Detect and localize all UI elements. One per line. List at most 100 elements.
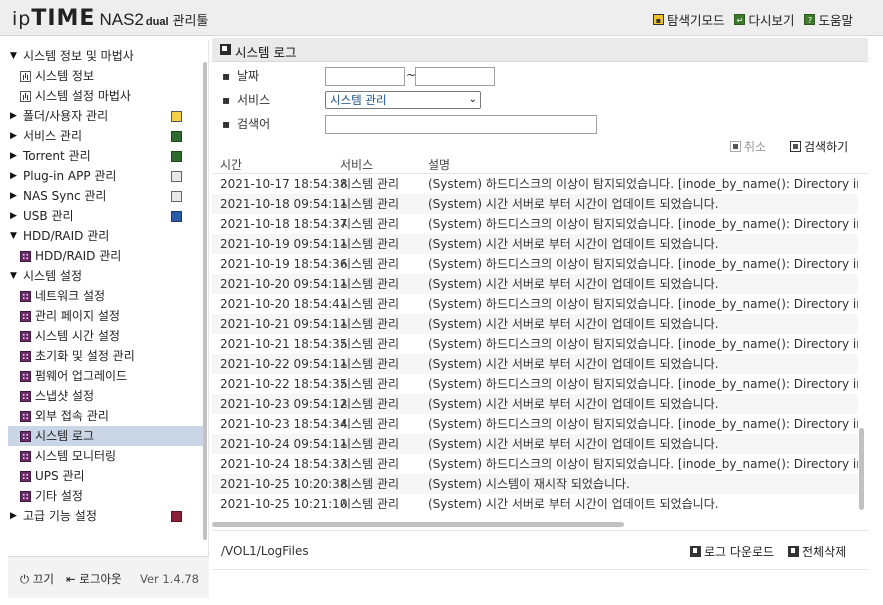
expand-arrow-right-icon[interactable]: ▶ (10, 186, 20, 206)
refresh-link[interactable]: ↵ 다시보기 (734, 10, 794, 29)
folder-icon: ▪ (652, 14, 664, 25)
logo-ip: ip (12, 8, 32, 30)
sidebar-item-label: UPS 관리 (35, 469, 85, 483)
log-description-cell: (System) 시간 서버로 부터 시간이 업데이트 되었습니다. (428, 317, 719, 331)
expand-arrow-down-icon[interactable]: ▼ (10, 46, 20, 66)
explorer-mode-link[interactable]: ▪ 탐색기모드 (652, 10, 724, 29)
expand-arrow-down-icon[interactable]: ▼ (10, 226, 20, 246)
sidebar-item-label: HDD/RAID 관리 (35, 249, 122, 263)
sidebar-item[interactable]: ▶ 서비스 관리 (8, 126, 204, 146)
brand-logo: ip TIME NAS2 dual 관리툴 (12, 6, 208, 31)
sidebar-item-label: USB 관리 (23, 209, 74, 223)
log-service-cell: 시스템 관리 (340, 217, 400, 231)
log-service-cell: 시스템 관리 (340, 497, 400, 511)
app-header: ip TIME NAS2 dual 관리툴 ▪ 탐색기모드 ↵ 다시보기 ? 도… (0, 0, 883, 36)
sidebar-item[interactable]: ▼ 시스템 설정 (8, 266, 204, 286)
log-time-cell: 2021-10-20 18:54:41 (220, 297, 348, 311)
sidebar-item[interactable]: ▶ 고급 기능 설정 (8, 506, 204, 526)
sidebar-item[interactable]: 관리 페이지 설정 (8, 306, 204, 326)
sidebar-item[interactable]: UPS 관리 (8, 466, 204, 486)
chevron-down-icon: ⌄ (468, 94, 477, 105)
table-row: 2021-10-21 18:54:35 시스템 관리 (System) 하드디스크의… (212, 334, 858, 354)
help-link[interactable]: ? 도움말 (804, 10, 853, 29)
settings-icon (20, 451, 31, 462)
help-icon: ? (804, 14, 816, 25)
sidebar-item[interactable]: ▼ HDD/RAID 관리 (8, 226, 204, 246)
sidebar-item[interactable]: ▶ NAS Sync 관리 (8, 186, 204, 206)
expand-arrow-right-icon[interactable]: ▶ (10, 506, 20, 526)
log-description-cell: (System) 시스템이 재시작 되었습니다. (428, 477, 630, 491)
sidebar-item[interactable]: 기타 설정 (8, 486, 204, 506)
sidebar-item[interactable]: ▼ 시스템 정보 및 마법사 (8, 46, 204, 66)
log-download-label: 로그 다운로드 (704, 545, 775, 559)
sidebar-item[interactable]: 펌웨어 업그레이드 (8, 366, 204, 386)
sidebar-item[interactable]: 네트워크 설정 (8, 286, 204, 306)
cancel-button[interactable]: 취소 (730, 138, 766, 155)
log-icon (220, 44, 231, 55)
keyword-input[interactable] (325, 115, 597, 134)
log-service-cell: 시스템 관리 (340, 277, 400, 291)
expand-arrow-down-icon[interactable]: ▼ (10, 266, 20, 286)
log-description-cell: (System) 시간 서버로 부터 시간이 업데이트 되었습니다. (428, 437, 719, 451)
version-label: Ver 1.4.78 (139, 572, 199, 586)
logo-time: TIME (31, 6, 96, 31)
sidebar-item[interactable]: 외부 접속 관리 (8, 406, 204, 426)
expand-arrow-right-icon[interactable]: ▶ (10, 166, 20, 186)
logo-model: NAS2 (99, 10, 144, 29)
logo-dual: dual (145, 16, 169, 28)
sidebar-item[interactable]: 초기화 및 설정 관리 (8, 346, 204, 366)
logout-button[interactable]: ⇤ 로그아웃 (66, 571, 122, 587)
expand-arrow-right-icon[interactable]: ▶ (10, 106, 20, 126)
log-description-cell: (System) 하드디스크의 이상이 탐지되었습니다. [inode_by_n… (428, 417, 858, 431)
sidebar-item[interactable]: ▶ USB 관리 (8, 206, 204, 226)
expand-arrow-right-icon[interactable]: ▶ (10, 126, 20, 146)
date-label: 날짜 (237, 69, 260, 83)
date-to-input[interactable] (415, 67, 495, 86)
sidebar-scrollbar[interactable] (203, 62, 207, 540)
table-row: 2021-10-17 18:54:38 시스템 관리 (System) 하드디스크의… (212, 174, 858, 194)
table-horizontal-scrollbar[interactable] (212, 522, 624, 527)
log-service-cell: 시스템 관리 (340, 437, 400, 451)
sidebar-item[interactable]: 스냅샷 설정 (8, 386, 204, 406)
log-service-cell: 시스템 관리 (340, 357, 400, 371)
table-vertical-scrollbar[interactable] (859, 428, 864, 510)
service-label: 서비스 (237, 93, 271, 107)
service-icon (171, 131, 182, 142)
date-from-input[interactable] (325, 67, 405, 86)
delete-all-button[interactable]: 전체삭제 (788, 543, 846, 560)
settings-icon (20, 351, 31, 362)
log-time-cell: 2021-10-21 09:54:11 (220, 317, 348, 331)
power-off-button[interactable]: ⏻ 끄기 (20, 571, 54, 587)
advanced-icon (171, 511, 182, 522)
expand-arrow-right-icon[interactable]: ▶ (10, 206, 20, 226)
table-row: 2021-10-20 18:54:41 시스템 관리 (System) 하드디스크의… (212, 294, 858, 314)
log-download-button[interactable]: 로그 다운로드 (690, 543, 774, 560)
sidebar-item[interactable]: ▶ Torrent 관리 (8, 146, 204, 166)
expand-arrow-right-icon[interactable]: ▶ (10, 146, 20, 166)
log-service-cell: 시스템 관리 (340, 337, 400, 351)
sidebar-item-label: 시스템 정보 (35, 69, 95, 83)
sidebar-tree: ▼ 시스템 정보 및 마법사 시스템 정보 시스템 설정 마법사 ▶ 폴더/사용자 관리 ▶… (8, 46, 204, 526)
log-time-cell: 2021-10-18 09:54:11 (220, 197, 348, 211)
sidebar-item[interactable]: ▶ Plug-in APP 관리 (8, 166, 204, 186)
log-path: /VOL1/LogFiles (221, 544, 309, 558)
sidebar-item-label: 스냅샷 설정 (35, 389, 95, 403)
sidebar-item[interactable]: ▶ 폴더/사용자 관리 (8, 106, 204, 126)
page-title: 시스템 로그 (235, 45, 297, 60)
sidebar-item-label: Torrent 관리 (23, 149, 91, 163)
sidebar-item[interactable]: 시스템 모니터링 (8, 446, 204, 466)
sidebar: ▼ 시스템 정보 및 마법사 시스템 정보 시스템 설정 마법사 ▶ 폴더/사용자 관리 ▶… (8, 40, 209, 556)
sidebar-item[interactable]: 시스템 정보 (8, 66, 204, 86)
search-button[interactable]: 검색하기 (790, 138, 848, 155)
sidebar-item[interactable]: 시스템 시간 설정 (8, 326, 204, 346)
sidebar-item[interactable]: 시스템 설정 마법사 (8, 86, 204, 106)
sidebar-item[interactable]: 시스템 로그 (8, 426, 204, 446)
log-description-cell: (System) 시간 서버로 부터 시간이 업데이트 되었습니다. (428, 357, 719, 371)
column-header-description: 설명 (428, 158, 451, 172)
settings-icon (20, 491, 31, 502)
sidebar-item-label: 초기화 및 설정 관리 (35, 349, 135, 363)
service-select[interactable]: 시스템 관리 ⌄ (325, 91, 481, 109)
main-panel: 시스템 로그 ▪ 날짜 ~ ▪ 서비스 시스템 관리 ⌄ ▪ 검색어 취소 검색… (212, 38, 868, 598)
table-row: 2021-10-18 09:54:11 시스템 관리 (System) 시간 서버로… (212, 194, 858, 214)
sidebar-item[interactable]: HDD/RAID 관리 (8, 246, 204, 266)
